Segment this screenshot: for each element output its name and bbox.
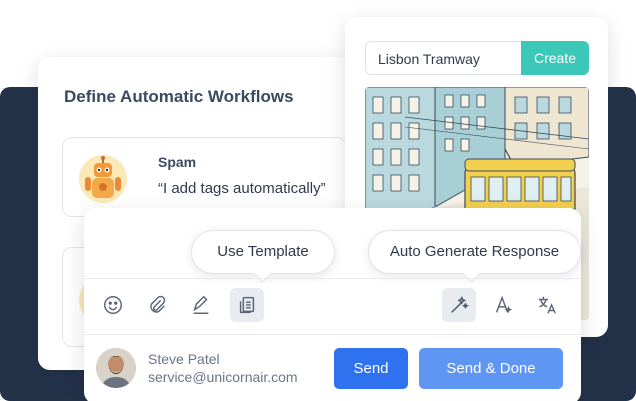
send-and-done-button[interactable]: Send & Done bbox=[419, 348, 563, 389]
robot-avatar-icon bbox=[79, 155, 127, 203]
toolbar-divider bbox=[84, 334, 581, 335]
agent-avatar bbox=[96, 348, 136, 388]
workflow-item-spam[interactable]: Spam “I add tags automatically” bbox=[62, 137, 347, 217]
send-button[interactable]: Send bbox=[334, 348, 408, 389]
template-document-icon[interactable] bbox=[230, 288, 264, 322]
workflow-item-quote: “I add tags automatically” bbox=[158, 180, 326, 197]
use-template-tooltip: Use Template bbox=[191, 230, 335, 274]
auto-generate-tooltip: Auto Generate Response bbox=[368, 230, 581, 274]
image-prompt-input[interactable]: Lisbon Tramway bbox=[365, 41, 523, 75]
workflow-title: Define Automatic Workflows bbox=[64, 87, 294, 106]
workflow-item-title: Spam bbox=[158, 154, 197, 170]
magic-wand-icon[interactable] bbox=[442, 288, 476, 322]
agent-name: Steve Patel bbox=[148, 351, 220, 367]
translate-icon[interactable] bbox=[530, 288, 564, 322]
emoji-icon[interactable] bbox=[96, 288, 130, 322]
toolbar-divider bbox=[84, 278, 581, 279]
create-button[interactable]: Create bbox=[521, 41, 589, 75]
signature-pen-icon[interactable] bbox=[184, 288, 218, 322]
text-format-icon[interactable] bbox=[486, 288, 520, 322]
reply-composer: Use Template Auto Generate Response Stev… bbox=[84, 208, 581, 401]
agent-email: service@unicornair.com bbox=[148, 369, 298, 385]
paperclip-icon[interactable] bbox=[140, 288, 174, 322]
